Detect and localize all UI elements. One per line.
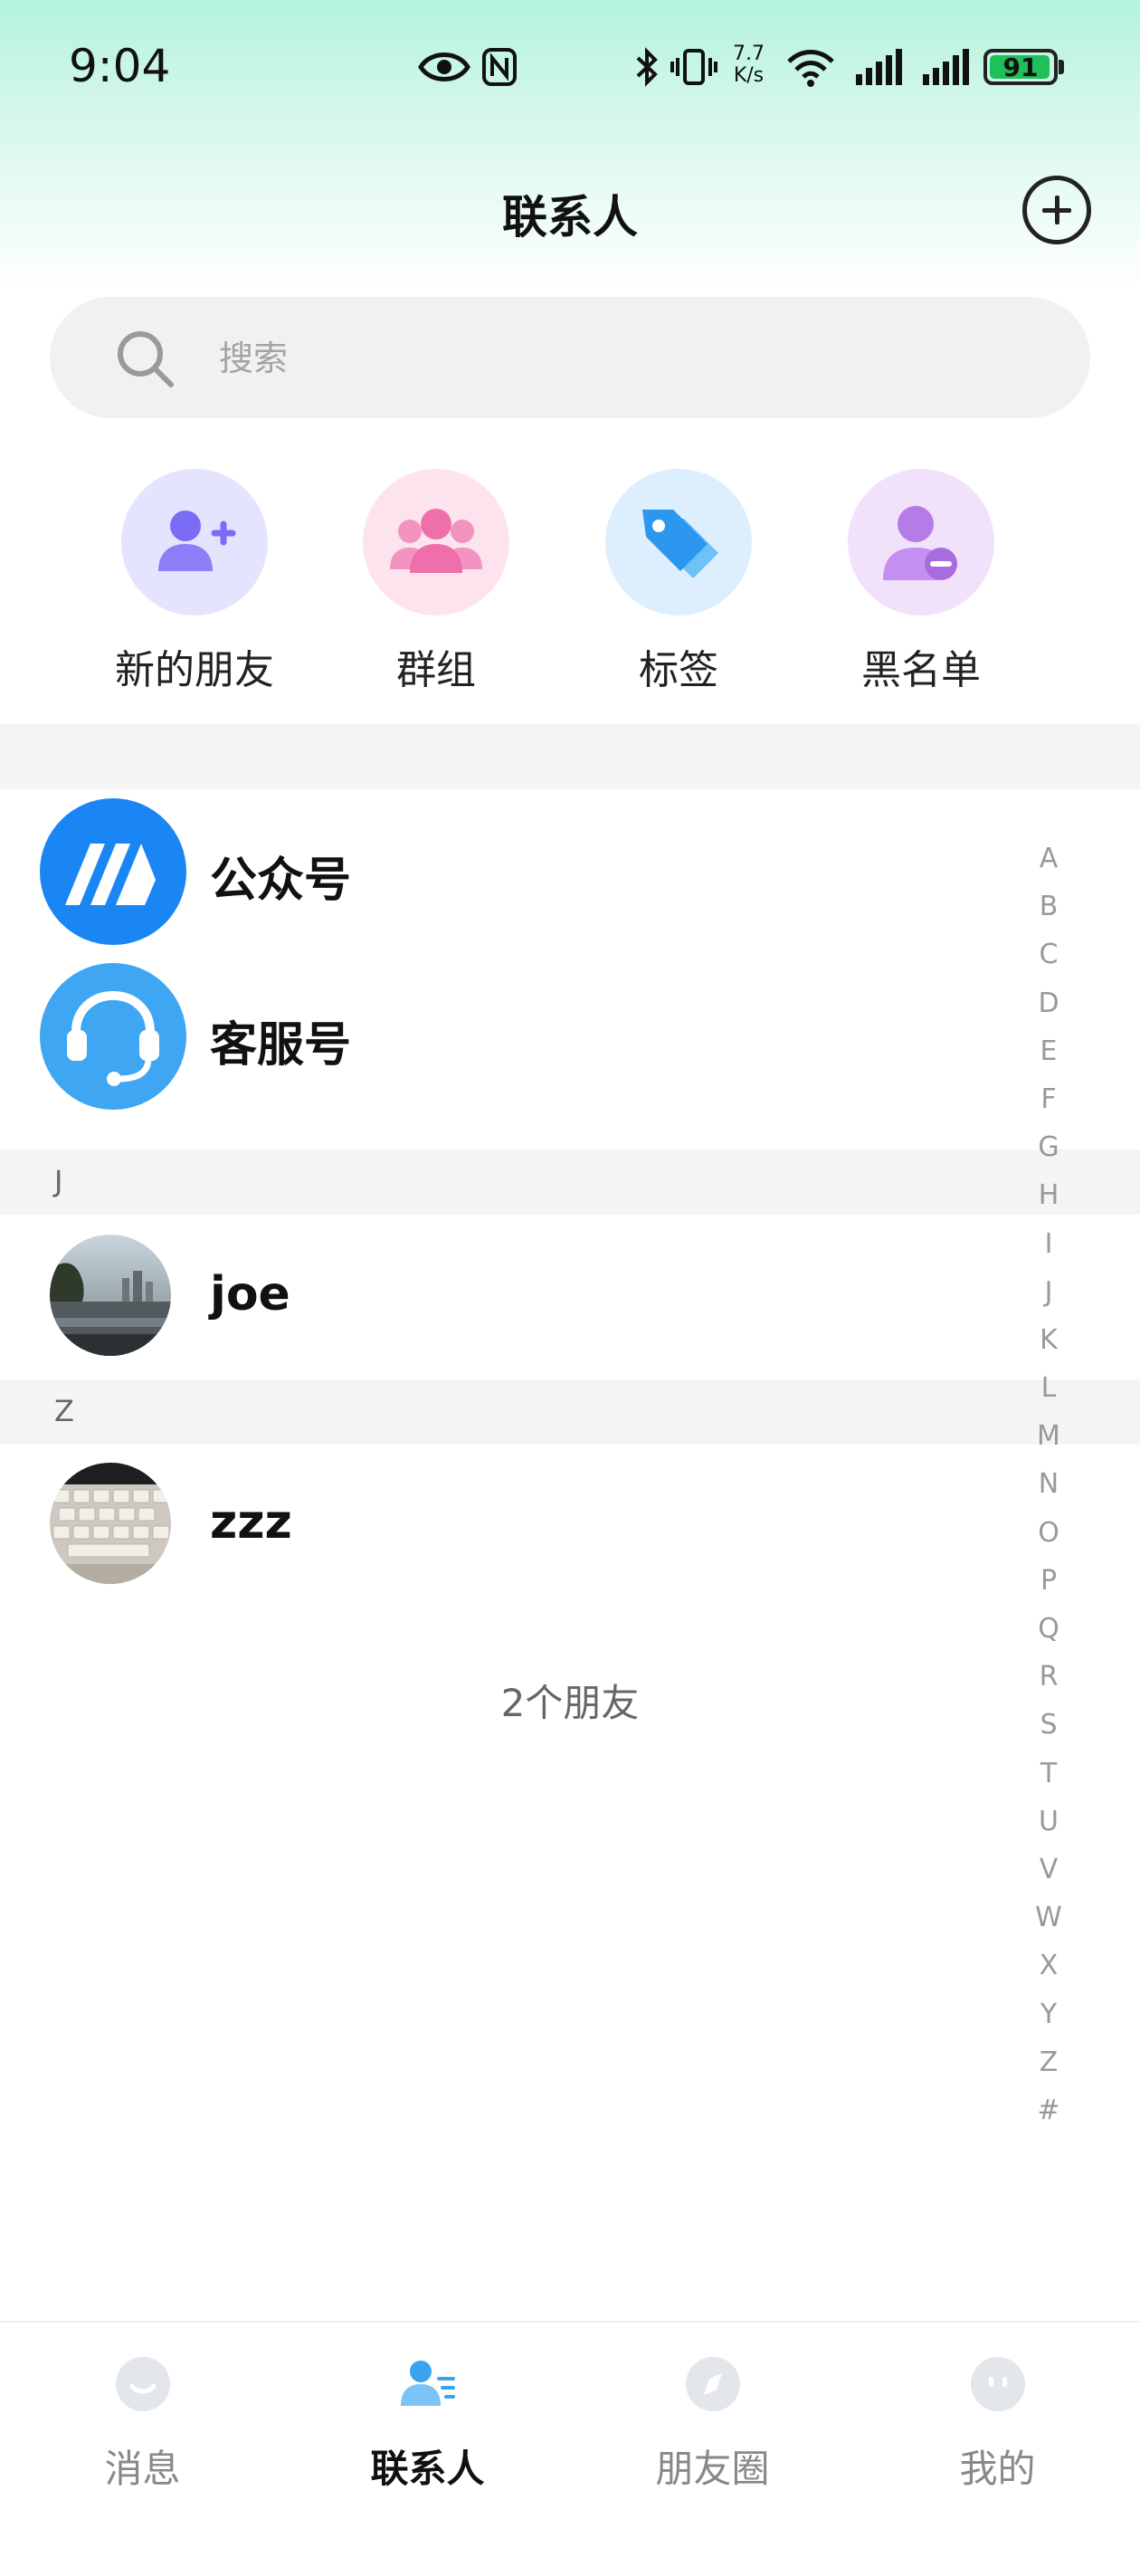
bluetooth-icon [636, 47, 658, 87]
quick-entry-icon-bg [121, 469, 268, 615]
message-icon [116, 2357, 170, 2411]
alpha-index-letter[interactable]: I [1030, 1220, 1068, 1268]
quick-entry-icon-bg [363, 469, 509, 615]
official-account-row[interactable]: 公众号 [0, 795, 1013, 958]
quick-entry-icon-bg [848, 469, 994, 615]
nav-label: 联系人 [370, 2447, 485, 2491]
tag-icon [642, 510, 718, 578]
alpha-index-letter[interactable]: D [1030, 979, 1068, 1027]
alpha-index-letter[interactable]: A [1030, 835, 1068, 883]
nav-tab-profile[interactable]: 我的 [855, 2323, 1140, 2576]
quick-entry-icon-bg [605, 469, 752, 615]
quick-entry-new-friends[interactable]: 新的朋友 [90, 469, 299, 695]
battery-level: 91 [1002, 52, 1039, 82]
alpha-index-letter[interactable]: # [1030, 2086, 1068, 2134]
nav-tab-contacts[interactable]: 联系人 [285, 2323, 570, 2576]
customer-service-avatar [40, 963, 186, 1110]
quick-entry-label: 群组 [396, 647, 476, 693]
alpha-index-letter[interactable]: L [1030, 1364, 1068, 1412]
section-header-z [0, 1379, 1140, 1445]
official-account-name: 公众号 [210, 854, 352, 908]
add-contact-button[interactable] [1022, 176, 1091, 244]
alpha-index-letter[interactable]: N [1030, 1460, 1068, 1508]
section-header-j [0, 1150, 1140, 1215]
battery-icon: 91 [983, 49, 1058, 85]
contact-name: joe [210, 1267, 290, 1321]
contact-name: zzz [210, 1495, 292, 1550]
alpha-index-letter[interactable]: Q [1030, 1605, 1068, 1653]
moments-icon [686, 2357, 740, 2411]
page-title: 联系人 [502, 191, 638, 243]
customer-service-row[interactable]: 客服号 [0, 959, 1013, 1122]
section-letter: J [54, 1164, 63, 1198]
alpha-index-letter[interactable]: F [1030, 1075, 1068, 1123]
customer-service-name: 客服号 [210, 1018, 352, 1073]
avatar [50, 1463, 171, 1584]
alpha-index-letter[interactable]: Y [1030, 1990, 1068, 2038]
bottom-nav: 消息 联系人 朋友圈 我的 [0, 2321, 1140, 2576]
alpha-index-letter[interactable]: O [1030, 1509, 1068, 1557]
add-friend-icon [158, 510, 236, 571]
contacts-icon [401, 2361, 455, 2406]
keyboard-photo-avatar [50, 1463, 171, 1584]
contact-row-joe[interactable]: joe [0, 1220, 1013, 1383]
quick-entry-label: 标签 [639, 647, 718, 693]
group-icon [390, 509, 482, 573]
friend-count: 2个朋友 [500, 1681, 640, 1725]
alpha-index-letter[interactable]: H [1030, 1171, 1068, 1219]
alpha-index-letter[interactable]: C [1030, 930, 1068, 978]
eye-icon [418, 52, 470, 81]
nav-tab-moments[interactable]: 朋友圈 [570, 2323, 855, 2576]
quick-entry-groups[interactable]: 群组 [332, 469, 540, 695]
alpha-index-letter[interactable]: R [1030, 1653, 1068, 1701]
alpha-index-letter[interactable]: W [1030, 1894, 1068, 1942]
search-bar[interactable] [50, 297, 1090, 418]
nav-label: 消息 [104, 2447, 181, 2491]
search-input[interactable] [217, 324, 945, 393]
section-letter: Z [54, 1394, 74, 1428]
battery-tip [1059, 60, 1064, 74]
alpha-index-letter[interactable]: J [1030, 1268, 1068, 1316]
signal-icon-2 [923, 49, 969, 85]
alpha-index-letter[interactable]: B [1030, 883, 1068, 930]
nfc-icon [482, 48, 517, 86]
signal-icon-1 [856, 49, 902, 85]
alpha-index-letter[interactable]: Z [1030, 2038, 1068, 2086]
alpha-index-letter[interactable]: E [1030, 1027, 1068, 1075]
blacklist-icon [883, 506, 957, 580]
alpha-index-letter[interactable]: G [1030, 1123, 1068, 1171]
official-account-avatar [40, 798, 186, 945]
alpha-index-letter[interactable]: M [1030, 1412, 1068, 1460]
search-icon [118, 331, 174, 387]
quick-entry-label: 黑名单 [861, 647, 981, 693]
customer-service-icon [67, 990, 159, 1086]
nav-tab-messages[interactable]: 消息 [0, 2323, 285, 2576]
lake-photo-avatar [50, 1235, 171, 1356]
alpha-index-letter[interactable]: T [1030, 1750, 1068, 1798]
avatar [50, 1235, 171, 1356]
wifi-icon [787, 50, 834, 87]
alpha-index-letter[interactable]: X [1030, 1942, 1068, 1989]
alpha-index-letter[interactable]: K [1030, 1316, 1068, 1364]
status-bar: 9:04 7.7 K/s 91 [0, 0, 1140, 136]
nav-label: 我的 [959, 2447, 1036, 2491]
quick-entry-tags[interactable]: 标签 [575, 469, 783, 695]
network-speed: 7.7 K/s [733, 43, 765, 87]
alpha-index-letter[interactable]: P [1030, 1557, 1068, 1605]
nav-label: 朋友圈 [655, 2447, 770, 2491]
status-time: 9:04 [69, 40, 171, 92]
contact-row-zzz[interactable]: zzz [0, 1448, 1013, 1611]
quick-entry-blacklist[interactable]: 黑名单 [817, 469, 1025, 695]
official-account-icon [65, 844, 156, 905]
alphabet-index[interactable]: A B C D E F G H I J K L M N O P Q R S T … [1030, 835, 1068, 2134]
profile-icon [971, 2357, 1025, 2411]
alpha-index-letter[interactable]: S [1030, 1701, 1068, 1749]
alpha-index-letter[interactable]: V [1030, 1846, 1068, 1894]
section-divider [0, 724, 1140, 789]
alpha-index-letter[interactable]: U [1030, 1798, 1068, 1846]
quick-entry-label: 新的朋友 [115, 647, 274, 693]
vibrate-icon [670, 49, 717, 85]
